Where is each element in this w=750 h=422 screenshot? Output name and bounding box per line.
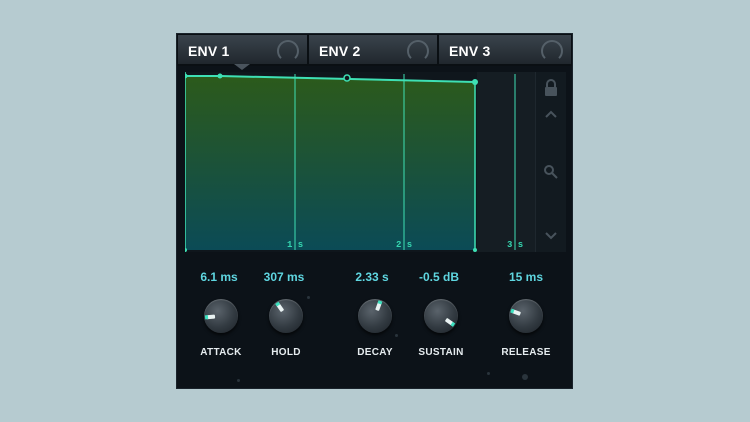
tab-env-1[interactable]: ENV 1 [177, 34, 308, 66]
hold-knob[interactable] [269, 299, 303, 333]
knob-indicator [275, 302, 285, 313]
envelope-tabs: ENV 1 ENV 2 ENV 3 [177, 34, 572, 66]
envelope-graph-canvas[interactable] [185, 72, 536, 252]
time-label-3s: 3 s [507, 240, 524, 250]
knob-indicator [511, 308, 522, 316]
attack-knob[interactable] [204, 299, 238, 333]
chevron-up-icon[interactable] [536, 109, 566, 131]
hold-label: HOLD [271, 347, 301, 358]
envelope-fill [185, 76, 475, 250]
sustain-label: SUSTAIN [418, 347, 464, 358]
zoom-icon[interactable] [536, 164, 566, 186]
decay-knob[interactable] [358, 299, 392, 333]
background-speck [237, 379, 240, 382]
decay-label: DECAY [357, 347, 393, 358]
background-speck [522, 374, 528, 380]
tab-env-2[interactable]: ENV 2 [308, 34, 438, 66]
envelope-panel: ENV 1 ENV 2 ENV 3 1 s 2 s 3 s 6.1 ms 307… [177, 34, 572, 388]
sustain-knob[interactable] [424, 299, 458, 333]
time-label-2s: 2 s [396, 240, 413, 250]
release-handle[interactable] [473, 248, 477, 252]
knob-indicator [444, 317, 455, 327]
graph-toolbar [535, 72, 566, 252]
power-arc-icon[interactable] [407, 40, 429, 62]
knob-indicator [205, 314, 216, 320]
hold-handle[interactable] [217, 73, 223, 79]
time-label-1s: 1 s [287, 240, 304, 250]
tab-env-1-label: ENV 1 [188, 43, 230, 59]
attack-label: ATTACK [200, 347, 242, 358]
hold-value: 307 ms [263, 270, 305, 284]
background-speck [395, 334, 398, 337]
power-arc-icon[interactable] [541, 40, 563, 62]
background-speck [487, 372, 490, 375]
tab-env-2-label: ENV 2 [319, 43, 361, 59]
decay-curve-handle[interactable] [343, 74, 351, 82]
graph-outside-region [477, 72, 536, 252]
power-arc-icon[interactable] [277, 40, 299, 62]
tab-env-3-label: ENV 3 [449, 43, 491, 59]
decay-value: 2.33 s [355, 270, 389, 284]
chevron-down-icon[interactable] [536, 231, 566, 253]
sustain-handle[interactable] [472, 79, 478, 85]
lock-icon[interactable] [536, 79, 566, 101]
release-knob[interactable] [509, 299, 543, 333]
background-speck [307, 296, 310, 299]
attack-value: 6.1 ms [200, 270, 238, 284]
envelope-graph[interactable]: 1 s 2 s 3 s [185, 72, 536, 252]
release-value: 15 ms [508, 270, 544, 284]
tab-env-3[interactable]: ENV 3 [438, 34, 572, 66]
sustain-value: -0.5 dB [418, 270, 459, 284]
knob-indicator [375, 301, 383, 312]
release-label: RELEASE [501, 347, 551, 358]
active-tab-pointer [234, 64, 250, 70]
